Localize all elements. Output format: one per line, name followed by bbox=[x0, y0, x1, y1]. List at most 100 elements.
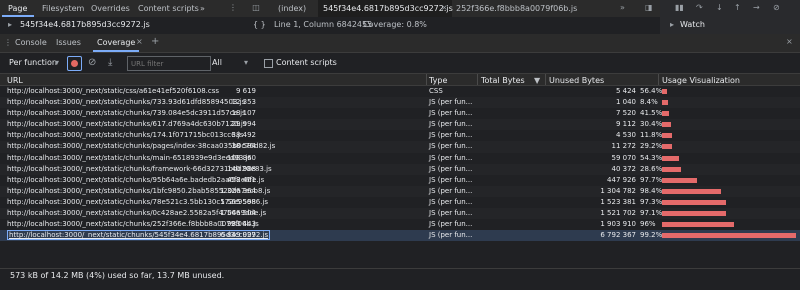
chevron-down-icon[interactable]: ▾ bbox=[55, 58, 59, 67]
column-divider[interactable] bbox=[545, 74, 546, 85]
coverage-summary: 573 kB of 14.2 MB (4%) used so far, 13.7… bbox=[10, 271, 225, 280]
column-url[interactable]: URL bbox=[7, 76, 23, 85]
total-bytes-cell: 140 988 bbox=[227, 164, 256, 173]
unused-percent-cell: 97.3% bbox=[640, 197, 663, 206]
tab-console[interactable]: Console bbox=[15, 38, 47, 47]
export-icon[interactable]: ⤓ bbox=[108, 57, 112, 68]
table-row[interactable]: http://localhost:3000/_next/static/chunk… bbox=[0, 97, 800, 109]
usage-bar bbox=[662, 199, 727, 205]
type-cell: JS (per fun... bbox=[429, 109, 473, 118]
total-bytes-cell: 18 107 bbox=[231, 109, 257, 118]
editor-tab-2[interactable]: 252f366e.f8bbb8a0079f06b.js bbox=[456, 4, 577, 13]
coverage-table-header: URL Type Total Bytes ▼ Unused Bytes Usag… bbox=[0, 74, 800, 86]
deactivate-breakpoints-icon[interactable]: ⊘ bbox=[773, 3, 780, 12]
usage-bar bbox=[662, 144, 673, 150]
tab-coverage[interactable]: Coverage bbox=[97, 38, 135, 47]
close-drawer-icon[interactable]: × bbox=[786, 37, 793, 46]
table-row[interactable]: http://localhost:3000/_next/static/chunk… bbox=[0, 130, 800, 141]
file-tree-item[interactable]: 545f34e4.6817b895d3cc9272.js bbox=[20, 20, 150, 29]
pretty-print-icon[interactable]: { } bbox=[253, 20, 266, 29]
table-row[interactable]: http://localhost:3000/_next/static/chunk… bbox=[0, 208, 800, 220]
url-filter-input[interactable] bbox=[127, 56, 211, 71]
toggle-navigator-icon[interactable]: ◫ bbox=[250, 3, 262, 12]
unused-bytes-cell: 447 926 bbox=[607, 175, 636, 184]
per-function-select[interactable]: Per function bbox=[9, 58, 57, 67]
unused-bytes-cell: 6 792 367 bbox=[600, 231, 636, 240]
drawer-menu-icon[interactable]: ⋮ bbox=[4, 38, 12, 47]
tab-content-scripts[interactable]: Content scripts bbox=[138, 4, 199, 13]
coverage-toolbar: Per function ▾ ⊘ ⤓ All ▾ Content scripts bbox=[0, 53, 800, 74]
total-bytes-cell: 6 849 099 bbox=[220, 231, 256, 240]
usage-bar bbox=[662, 211, 727, 217]
table-row[interactable]: http://localhost:3000/_next/static/chunk… bbox=[0, 230, 800, 242]
type-select[interactable]: All bbox=[212, 58, 222, 67]
url-cell: http://localhost:3000/_next/static/chunk… bbox=[7, 153, 252, 162]
column-type[interactable]: Type bbox=[429, 76, 447, 85]
column-unused-bytes[interactable]: Unused Bytes bbox=[549, 76, 604, 85]
kebab-menu-icon[interactable]: ⋮ bbox=[228, 3, 238, 12]
sources-subbar: ▸ 545f34e4.6817b895d3cc9272.js { } Line … bbox=[0, 17, 800, 35]
table-row[interactable]: http://localhost:3000/_next/static/chunk… bbox=[0, 108, 800, 119]
column-divider[interactable] bbox=[426, 74, 427, 85]
step-icon[interactable]: → bbox=[753, 3, 760, 12]
unused-percent-cell: 97.1% bbox=[640, 209, 663, 218]
table-row[interactable]: http://localhost:3000/_next/static/chunk… bbox=[0, 163, 800, 175]
column-divider[interactable] bbox=[477, 74, 478, 85]
content-scripts-label: Content scripts bbox=[276, 58, 337, 67]
expand-icon[interactable]: ▸ bbox=[670, 20, 674, 29]
table-row[interactable]: http://localhost:3000/_next/static/chunk… bbox=[0, 153, 800, 164]
table-row[interactable]: http://localhost:3000/_next/static/chunk… bbox=[0, 219, 800, 230]
unused-percent-cell: 11.8% bbox=[640, 131, 663, 140]
unused-bytes-cell: 9 112 bbox=[615, 120, 636, 129]
editor-tab-active[interactable]: 545f34e4.6817b895d3cc9272.js bbox=[323, 4, 453, 13]
close-tab-icon[interactable]: × bbox=[136, 37, 143, 46]
total-bytes-cell: 38 492 bbox=[231, 131, 257, 140]
usage-bar bbox=[662, 222, 735, 228]
toggle-debugger-icon[interactable]: ◨ bbox=[645, 3, 653, 12]
content-scripts-checkbox[interactable] bbox=[264, 59, 273, 68]
tab-filesystem[interactable]: Filesystem bbox=[42, 4, 84, 13]
more-tabs-icon[interactable]: » bbox=[620, 3, 625, 12]
step-into-icon[interactable]: ↓ bbox=[716, 3, 723, 12]
type-cell: CSS bbox=[429, 87, 443, 95]
close-tab-icon[interactable]: × bbox=[441, 3, 448, 12]
sort-desc-icon[interactable]: ▼ bbox=[534, 76, 540, 85]
unused-bytes-cell: 7 520 bbox=[615, 109, 636, 118]
unused-bytes-cell: 40 372 bbox=[611, 164, 637, 173]
column-divider[interactable] bbox=[658, 74, 659, 85]
column-usage-visualization[interactable]: Usage Visualization bbox=[662, 76, 740, 85]
add-tab-icon[interactable]: + bbox=[151, 36, 159, 47]
type-cell: JS (per fun... bbox=[429, 186, 473, 195]
column-total-bytes[interactable]: Total Bytes bbox=[481, 76, 525, 85]
url-cell: http://localhost:3000/_next/static/css/a… bbox=[7, 87, 220, 95]
tab-issues[interactable]: Issues bbox=[56, 38, 81, 47]
step-out-icon[interactable]: ↑ bbox=[734, 3, 741, 12]
table-row[interactable]: http://localhost:3000/_next/static/chunk… bbox=[0, 119, 800, 131]
clear-icon[interactable]: ⊘ bbox=[88, 57, 96, 68]
editor-tab-index[interactable]: (index) bbox=[278, 4, 306, 13]
usage-bar bbox=[662, 177, 697, 183]
table-row[interactable]: http://localhost:3000/_next/static/css/a… bbox=[0, 86, 800, 97]
status-bar: 573 kB of 14.2 MB (4%) used so far, 13.7… bbox=[0, 268, 800, 282]
more-tabs-icon[interactable]: » bbox=[200, 4, 205, 13]
url-cell: http://localhost:3000/_next/static/chunk… bbox=[7, 175, 265, 184]
usage-bar bbox=[662, 166, 682, 172]
record-button[interactable] bbox=[67, 56, 82, 71]
url-cell: http://localhost:3000/_next/static/chunk… bbox=[7, 131, 244, 140]
step-over-icon[interactable]: ↷ bbox=[696, 3, 703, 12]
table-row[interactable]: http://localhost:3000/_next/static/chunk… bbox=[0, 197, 800, 208]
chevron-down-icon[interactable]: ▾ bbox=[244, 58, 248, 67]
usage-bar bbox=[662, 133, 672, 139]
table-row[interactable]: http://localhost:3000/_next/static/chunk… bbox=[0, 141, 800, 153]
pause-icon[interactable]: ▮▮ bbox=[675, 3, 684, 12]
table-row[interactable]: http://localhost:3000/_next/static/chunk… bbox=[0, 185, 800, 197]
url-cell: http://localhost:3000/_next/static/chunk… bbox=[7, 186, 271, 195]
tab-overrides[interactable]: Overrides bbox=[91, 4, 130, 13]
table-row[interactable]: http://localhost:3000/_next/static/chunk… bbox=[0, 175, 800, 186]
watch-label[interactable]: Watch bbox=[680, 20, 705, 29]
url-cell: http://localhost:3000/_next/static/chunk… bbox=[7, 98, 246, 107]
record-icon bbox=[71, 60, 78, 67]
tab-page[interactable]: Page bbox=[8, 4, 27, 13]
type-cell: JS (per fun... bbox=[429, 164, 473, 173]
total-bytes-cell: 1 983 443 bbox=[220, 220, 256, 229]
